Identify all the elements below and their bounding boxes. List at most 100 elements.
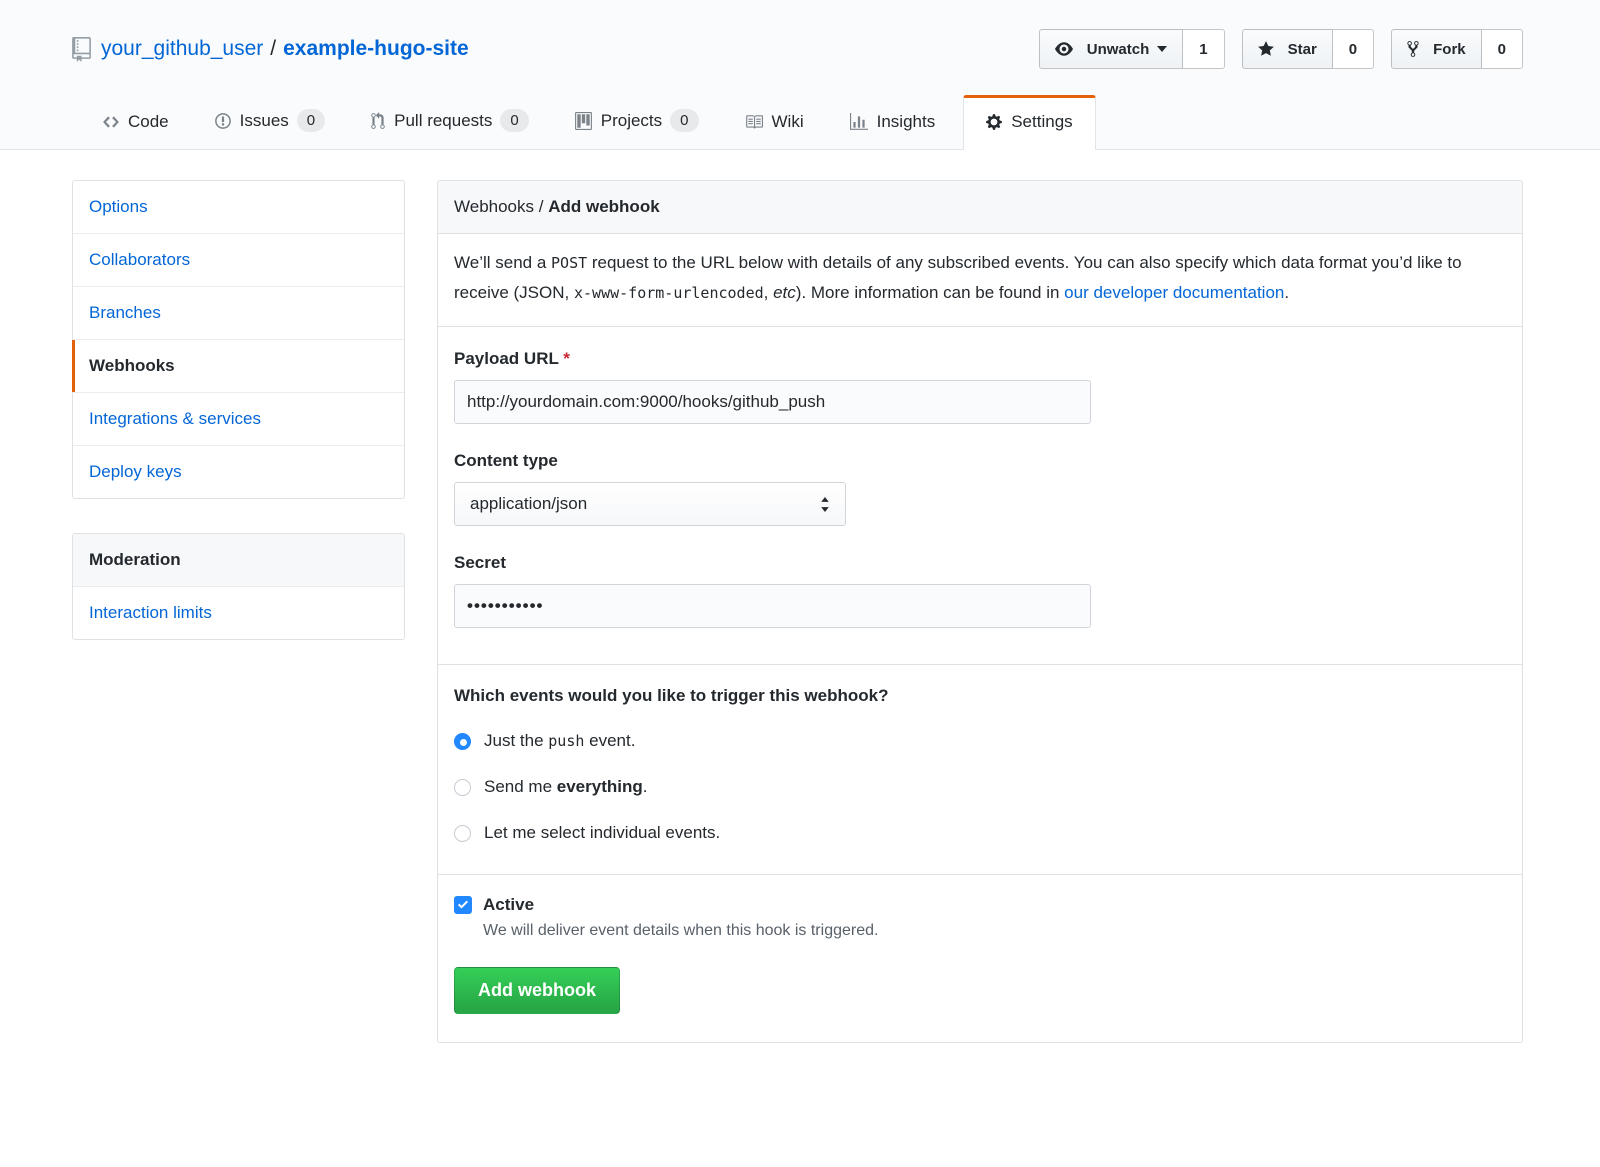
tab-label: Pull requests: [394, 111, 492, 131]
tab-code[interactable]: Code: [85, 95, 187, 149]
description-text: ). More information can be found in: [796, 283, 1064, 302]
graph-icon: [850, 113, 868, 131]
settings-menu: Options Collaborators Branches Webhooks …: [72, 180, 405, 499]
forks-count[interactable]: 0: [1482, 29, 1523, 69]
settings-sidebar: Options Collaborators Branches Webhooks …: [72, 180, 405, 674]
breadcrumb-webhooks: Webhooks: [454, 197, 534, 216]
radio-individual-events[interactable]: Let me select individual events.: [454, 823, 1506, 843]
tab-projects[interactable]: Projects 0: [557, 92, 717, 149]
etc-italic: etc: [773, 283, 796, 302]
tab-wiki[interactable]: Wiki: [727, 95, 822, 149]
issues-count-badge: 0: [297, 109, 325, 132]
payload-url-label: Payload URL *: [454, 349, 1506, 369]
fork-label: Fork: [1433, 41, 1466, 58]
tab-label: Insights: [877, 112, 936, 132]
sidebar-item-integrations[interactable]: Integrations & services: [73, 393, 404, 446]
secret-label: Secret: [454, 553, 1506, 573]
developer-docs-link[interactable]: our developer documentation: [1064, 283, 1284, 302]
eye-icon: [1055, 40, 1080, 58]
radio-just-push[interactable]: Just the push event.: [454, 731, 1506, 751]
tab-label: Code: [128, 112, 169, 132]
repo-breadcrumb: your_github_user / example-hugo-site: [72, 37, 469, 62]
events-heading: Which events would you like to trigger t…: [454, 686, 1506, 706]
projects-count-badge: 0: [670, 109, 698, 132]
wiki-book-icon: [745, 113, 763, 131]
unwatch-button[interactable]: Unwatch: [1039, 29, 1184, 69]
repo-icon: [72, 37, 91, 62]
active-label: Active: [483, 895, 534, 915]
webhook-description: We’ll send a POST request to the URL bel…: [438, 234, 1522, 327]
sidebar-item-deploy-keys[interactable]: Deploy keys: [73, 446, 404, 498]
unwatch-label: Unwatch: [1087, 41, 1150, 58]
radio-send-everything[interactable]: Send me everything.: [454, 777, 1506, 797]
project-icon: [575, 112, 592, 130]
active-section: Active We will deliver event details whe…: [438, 874, 1522, 1042]
radio-text: .: [643, 777, 648, 796]
sidebar-item-webhooks[interactable]: Webhooks: [73, 340, 404, 393]
description-text: ,: [764, 283, 773, 302]
tab-label: Issues: [240, 111, 289, 131]
active-checkbox[interactable]: [454, 896, 472, 914]
sidebar-item-branches[interactable]: Branches: [73, 287, 404, 340]
tab-issues[interactable]: Issues 0: [197, 92, 343, 149]
sidebar-item-options[interactable]: Options: [73, 181, 404, 234]
radio-just-push-label: Just the push event.: [484, 731, 635, 751]
fork-button[interactable]: Fork: [1391, 29, 1482, 69]
star-label: Star: [1288, 41, 1317, 58]
tab-label: Wiki: [772, 112, 804, 132]
breadcrumb-add-webhook: Add webhook: [548, 197, 659, 216]
payload-url-input[interactable]: [454, 380, 1091, 424]
caret-down-icon: [1157, 46, 1167, 52]
tab-label: Projects: [601, 111, 662, 131]
pull-request-icon: [371, 112, 385, 130]
radio-text: Just the: [484, 731, 548, 750]
description-text: .: [1284, 283, 1289, 302]
repo-nav: Code Issues 0 Pull requests 0 Projects 0…: [85, 92, 1523, 149]
push-code: push: [548, 732, 584, 750]
radio-text: event.: [584, 731, 635, 750]
breadcrumb-divider: /: [539, 197, 544, 216]
repo-name-link[interactable]: example-hugo-site: [283, 37, 469, 61]
radio-text: Send me: [484, 777, 557, 796]
sidebar-item-interaction-limits[interactable]: Interaction limits: [73, 587, 404, 639]
tab-insights[interactable]: Insights: [832, 95, 954, 149]
secret-input[interactable]: [454, 584, 1091, 628]
repo-owner-link[interactable]: your_github_user: [101, 37, 263, 61]
webhook-form-fields: Payload URL * Content type application/j…: [438, 327, 1522, 664]
radio-button[interactable]: [454, 779, 471, 796]
stars-count[interactable]: 0: [1333, 29, 1374, 69]
payload-url-label-text: Payload URL: [454, 349, 559, 368]
moderation-menu: Moderation Interaction limits: [72, 533, 405, 640]
tab-pull-requests[interactable]: Pull requests 0: [353, 92, 547, 149]
issue-icon: [215, 112, 231, 130]
description-text: We’ll send a: [454, 253, 551, 272]
active-note: We will deliver event details when this …: [483, 922, 1506, 940]
checkmark-icon: [457, 899, 469, 911]
required-asterisk: *: [563, 349, 570, 368]
moderation-heading: Moderation: [73, 534, 404, 587]
radio-individual-events-label: Let me select individual events.: [484, 823, 720, 843]
events-section: Which events would you like to trigger t…: [438, 664, 1522, 874]
repo-header: your_github_user / example-hugo-site Unw…: [0, 0, 1600, 150]
content-type-label: Content type: [454, 451, 1506, 471]
post-code: POST: [551, 254, 587, 272]
watchers-count[interactable]: 1: [1183, 29, 1224, 69]
add-webhook-button[interactable]: Add webhook: [454, 967, 620, 1014]
active-checkbox-row[interactable]: Active: [454, 895, 1506, 915]
radio-button-checked[interactable]: [454, 733, 471, 750]
repo-actions: Unwatch 1 Star 0: [1022, 29, 1523, 69]
pull-requests-count-badge: 0: [500, 109, 528, 132]
radio-button[interactable]: [454, 825, 471, 842]
path-divider: /: [270, 37, 276, 61]
tab-label: Settings: [1011, 112, 1072, 132]
breadcrumb: Webhooks / Add webhook: [438, 181, 1522, 234]
urlencoded-code: x-www-form-urlencoded: [574, 284, 764, 302]
tab-settings[interactable]: Settings: [963, 95, 1095, 150]
star-icon: [1258, 40, 1281, 58]
sidebar-item-collaborators[interactable]: Collaborators: [73, 234, 404, 287]
content-type-select[interactable]: application/json: [454, 482, 846, 526]
star-button[interactable]: Star: [1242, 29, 1333, 69]
code-icon: [103, 113, 119, 131]
content-type-value: application/json: [470, 494, 587, 514]
gear-icon: [986, 113, 1002, 131]
